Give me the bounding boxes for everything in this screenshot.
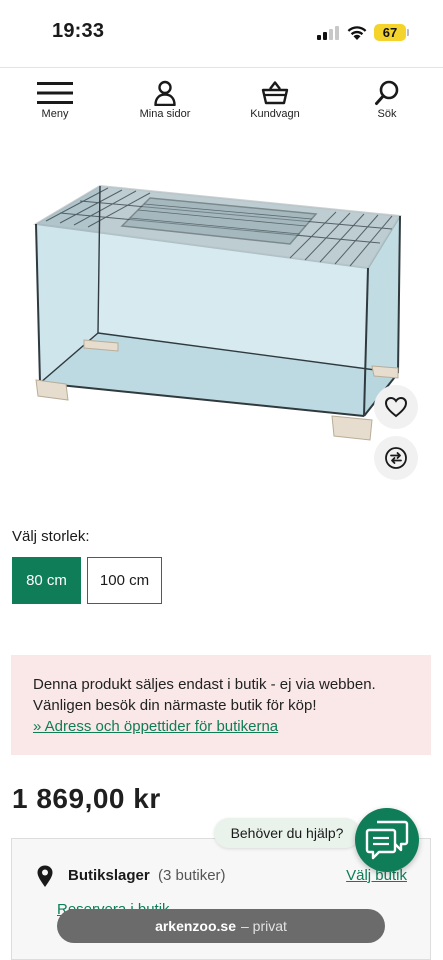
status-bar: 19:33 67: [0, 0, 443, 66]
nav-search[interactable]: Sök: [342, 68, 432, 128]
basket-icon: [261, 81, 289, 105]
battery-nub: [407, 29, 409, 36]
nav-my-pages-label: Mina sidor: [139, 108, 191, 120]
store-stock-title: Butikslager: [68, 867, 150, 884]
nav-my-pages[interactable]: Mina sidor: [120, 68, 210, 128]
nav-menu[interactable]: Meny: [10, 68, 100, 128]
nav-menu-label: Meny: [41, 108, 69, 120]
battery-indicator: 67: [374, 24, 406, 41]
cellular-signal-icon: [317, 26, 339, 40]
menu-icon: [37, 82, 73, 104]
location-pin-icon: [37, 865, 53, 887]
url-domain: arkenzoo.se: [155, 918, 236, 934]
favorite-button[interactable]: [374, 385, 418, 429]
size-option-100cm[interactable]: 100 cm: [87, 557, 162, 604]
notice-line-2: Vänligen besök din närmaste butik för kö…: [33, 697, 317, 714]
compare-button[interactable]: [374, 436, 418, 480]
compare-icon: [385, 447, 407, 469]
user-icon: [154, 80, 176, 106]
search-icon: [375, 80, 399, 105]
chat-icon: [365, 820, 409, 860]
nav-cart-label: Kundvagn: [250, 108, 300, 120]
product-image[interactable]: [0, 128, 443, 508]
store-address-link[interactable]: » Adress och öppettider för butikerna: [33, 716, 278, 737]
private-mode-label: – privat: [241, 918, 287, 934]
size-option-80cm[interactable]: 80 cm: [12, 557, 81, 604]
notice-line-1: Denna produkt säljes endast i butik - ej…: [33, 676, 376, 693]
top-navigation: Meny Mina sidor Kundvagn Sök: [0, 67, 443, 127]
store-count: (3 butiker): [158, 867, 226, 884]
wifi-icon: [347, 26, 367, 40]
browser-url-bar[interactable]: arkenzoo.se – privat: [57, 909, 385, 943]
help-bubble[interactable]: Behöver du hjälp?: [214, 818, 360, 848]
nav-cart[interactable]: Kundvagn: [230, 68, 320, 128]
store-only-notice: Denna produkt säljes endast i butik - ej…: [11, 655, 431, 755]
nav-search-label: Sök: [377, 108, 397, 120]
product-price: 1 869,00 kr: [12, 783, 161, 814]
heart-icon: [384, 396, 408, 418]
status-time: 19:33: [52, 20, 105, 42]
size-label: Välj storlek:: [12, 528, 90, 545]
chat-button[interactable]: [355, 808, 419, 872]
